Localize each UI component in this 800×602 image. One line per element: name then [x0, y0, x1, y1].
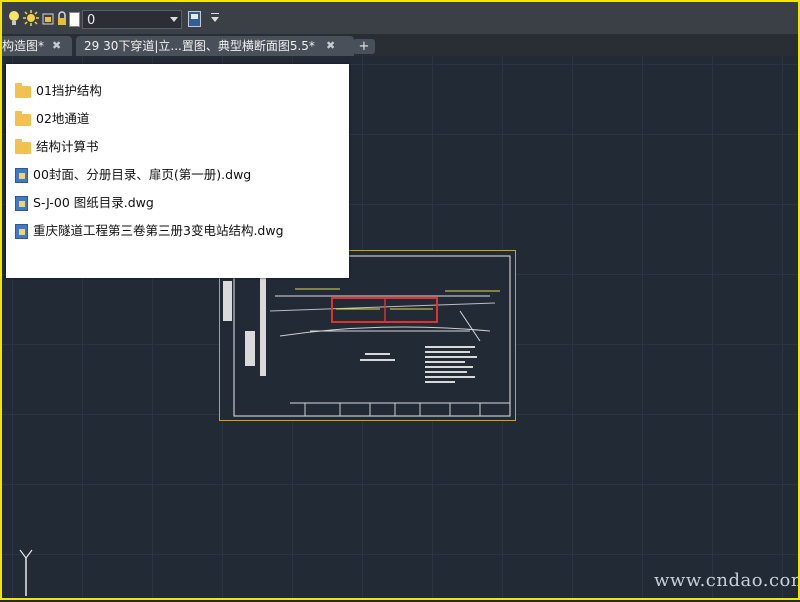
dwg-file-icon — [15, 196, 28, 211]
layer-name: 0 — [87, 13, 96, 28]
file-list-popup: 01挡护结构 02地通道 结构计算书 00封面、分册目录、扉页(第一册).dwg… — [6, 64, 349, 278]
item-name: S-J-00 图纸目录.dwg — [33, 195, 154, 210]
layer-toolbar: 0 — [2, 2, 798, 35]
layer-color-swatch — [69, 12, 80, 27]
list-item[interactable]: 重庆隧道工程第三卷第三册3变电站结构.dwg — [15, 222, 284, 240]
dwg-file-icon — [15, 224, 28, 239]
tab-drawing-2[interactable]: 29 30下穿道|立...置图、典型横断面图5.5* ✖ — [76, 36, 354, 56]
layer-properties-icon[interactable] — [188, 11, 201, 27]
dwg-file-icon — [15, 168, 28, 183]
sun-icon[interactable] — [22, 10, 40, 31]
list-item[interactable]: 02地通道 — [15, 110, 89, 128]
lightbulb-icon[interactable] — [8, 10, 20, 31]
item-name: 结构计算书 — [36, 139, 99, 154]
new-tab-button[interactable]: + — [353, 39, 375, 54]
chevron-down-icon[interactable] — [170, 17, 178, 22]
folder-icon — [15, 110, 31, 126]
dropdown-icon[interactable] — [211, 13, 219, 22]
close-icon[interactable]: ✖ — [326, 36, 335, 56]
lock-icon[interactable] — [56, 10, 68, 31]
layer-state-icons[interactable] — [8, 10, 70, 28]
item-name: 00封面、分册目录、扉页(第一册).dwg — [33, 167, 252, 182]
tab-label: 29 30下穿道|立...置图、典型横断面图5.5* — [84, 39, 315, 53]
folder-icon — [15, 82, 31, 98]
close-icon[interactable]: ✖ — [52, 36, 61, 56]
tab-label: 构造图* — [2, 39, 45, 53]
file-tabs: 构造图* ✖ 29 30下穿道|立...置图、典型横断面图5.5* ✖ + — [0, 34, 798, 56]
list-item[interactable]: 00封面、分册目录、扉页(第一册).dwg — [15, 166, 251, 184]
folder-icon — [15, 138, 31, 154]
watermark: www.cndao.com — [654, 570, 800, 591]
tab-drawing-1[interactable]: 构造图* ✖ — [0, 36, 72, 56]
item-name: 01挡护结构 — [36, 83, 102, 98]
list-item[interactable]: 结构计算书 — [15, 138, 99, 156]
list-item[interactable]: S-J-00 图纸目录.dwg — [15, 194, 154, 212]
viewport-icon[interactable] — [42, 10, 54, 31]
item-name: 02地通道 — [36, 111, 90, 126]
ucs-icon: Y — [16, 548, 36, 602]
layer-dropdown[interactable]: 0 — [82, 10, 182, 29]
item-name: 重庆隧道工程第三卷第三册3变电站结构.dwg — [33, 223, 284, 238]
list-item[interactable]: 01挡护结构 — [15, 82, 102, 100]
